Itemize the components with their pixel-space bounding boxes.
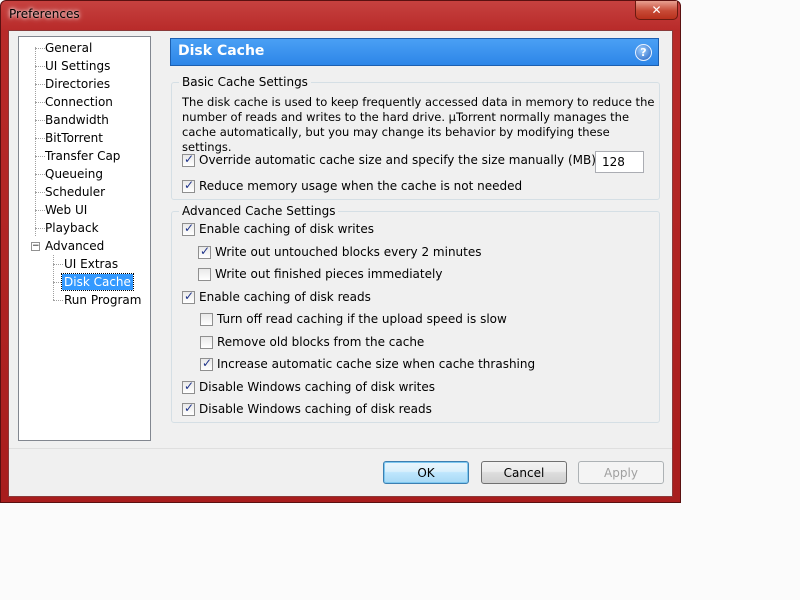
page-title: Disk Cache: [178, 43, 265, 59]
collapse-icon[interactable]: −: [31, 242, 40, 251]
write-untouched-blocks-option[interactable]: Write out untouched blocks every 2 minut…: [198, 244, 482, 260]
reduce-memory-label: Reduce memory usage when the cache is no…: [199, 179, 523, 193]
disable-windows-read-caching-option[interactable]: Disable Windows caching of disk reads: [182, 401, 432, 417]
increase-cache-size-label: Increase automatic cache size when cache…: [217, 357, 536, 371]
reduce-memory-checkbox[interactable]: [182, 178, 195, 193]
enable-read-caching-checkbox[interactable]: [182, 289, 195, 304]
override-cache-size-label: Override automatic cache size and specif…: [199, 153, 600, 167]
disable-windows-read-caching-label: Disable Windows caching of disk reads: [199, 402, 432, 416]
reduce-memory-option[interactable]: Reduce memory usage when the cache is no…: [182, 178, 522, 194]
window-title: Preferences: [9, 7, 80, 21]
disable-windows-write-caching-checkbox[interactable]: [182, 379, 195, 394]
disable-windows-write-caching-option[interactable]: Disable Windows caching of disk writes: [182, 379, 435, 395]
enable-write-caching-label: Enable caching of disk writes: [199, 222, 374, 236]
write-finished-pieces-option[interactable]: Write out finished pieces immediately: [198, 266, 442, 282]
category-tree[interactable]: General UI Settings Directories Connecti…: [18, 36, 151, 441]
tree-item-queueing[interactable]: Queueing: [43, 166, 105, 182]
disable-windows-read-caching-checkbox[interactable]: [182, 401, 195, 416]
tree-item-ui-extras[interactable]: UI Extras: [62, 256, 120, 272]
tree-item-transfer-cap[interactable]: Transfer Cap: [43, 148, 122, 164]
enable-write-caching-option[interactable]: Enable caching of disk writes: [182, 221, 374, 237]
tree-item-scheduler[interactable]: Scheduler: [43, 184, 107, 200]
override-cache-size-option[interactable]: Override automatic cache size and specif…: [182, 152, 600, 168]
remove-old-blocks-checkbox[interactable]: [200, 335, 213, 349]
tree-item-disk-cache[interactable]: Disk Cache: [61, 273, 134, 291]
help-icon[interactable]: ?: [635, 44, 652, 61]
tree-item-run-program[interactable]: Run Program: [62, 292, 143, 308]
tree-item-advanced[interactable]: Advanced: [43, 238, 106, 254]
preferences-window: Preferences ✕ General UI Settings Direct…: [0, 0, 681, 503]
write-finished-pieces-label: Write out finished pieces immediately: [215, 267, 443, 281]
increase-cache-size-option[interactable]: Increase automatic cache size when cache…: [200, 356, 535, 372]
remove-old-blocks-option[interactable]: Remove old blocks from the cache: [200, 334, 424, 350]
tree-item-bandwidth[interactable]: Bandwidth: [43, 112, 111, 128]
page-header: Disk Cache ?: [170, 38, 659, 66]
remove-old-blocks-label: Remove old blocks from the cache: [217, 335, 425, 349]
advanced-cache-group-label: Advanced Cache Settings: [179, 204, 339, 218]
turn-off-read-caching-option[interactable]: Turn off read caching if the upload spee…: [200, 311, 507, 327]
cancel-button[interactable]: Cancel: [481, 461, 567, 484]
basic-cache-group-label: Basic Cache Settings: [179, 75, 311, 89]
write-finished-pieces-checkbox[interactable]: [198, 267, 211, 281]
enable-write-caching-checkbox[interactable]: [182, 221, 195, 236]
tree-item-general[interactable]: General: [43, 40, 94, 56]
close-button[interactable]: ✕: [635, 1, 678, 20]
close-icon: ✕: [651, 3, 662, 17]
tree-item-ui-settings[interactable]: UI Settings: [43, 58, 112, 74]
tree-item-web-ui[interactable]: Web UI: [43, 202, 89, 218]
disable-windows-write-caching-label: Disable Windows caching of disk writes: [199, 380, 436, 394]
apply-button[interactable]: Apply: [578, 461, 664, 484]
tree-item-playback[interactable]: Playback: [43, 220, 101, 236]
write-untouched-blocks-checkbox[interactable]: [198, 244, 211, 259]
ok-button[interactable]: OK: [383, 461, 469, 484]
cache-size-input[interactable]: 128: [595, 151, 644, 173]
cache-description: The disk cache is used to keep frequentl…: [182, 95, 655, 154]
tree-item-bittorrent[interactable]: BitTorrent: [43, 130, 105, 146]
turn-off-read-caching-label: Turn off read caching if the upload spee…: [217, 312, 507, 326]
increase-cache-size-checkbox[interactable]: [200, 356, 213, 371]
tree-item-connection[interactable]: Connection: [43, 94, 115, 110]
enable-read-caching-label: Enable caching of disk reads: [199, 290, 371, 304]
turn-off-read-caching-checkbox[interactable]: [200, 312, 213, 326]
button-bar: OK Cancel Apply: [9, 448, 672, 496]
dialog-client-area: General UI Settings Directories Connecti…: [8, 30, 673, 497]
enable-read-caching-option[interactable]: Enable caching of disk reads: [182, 289, 371, 305]
tree-item-directories[interactable]: Directories: [43, 76, 112, 92]
title-bar[interactable]: Preferences ✕: [1, 1, 680, 29]
write-untouched-blocks-label: Write out untouched blocks every 2 minut…: [215, 245, 482, 259]
override-cache-size-checkbox[interactable]: [182, 152, 195, 167]
